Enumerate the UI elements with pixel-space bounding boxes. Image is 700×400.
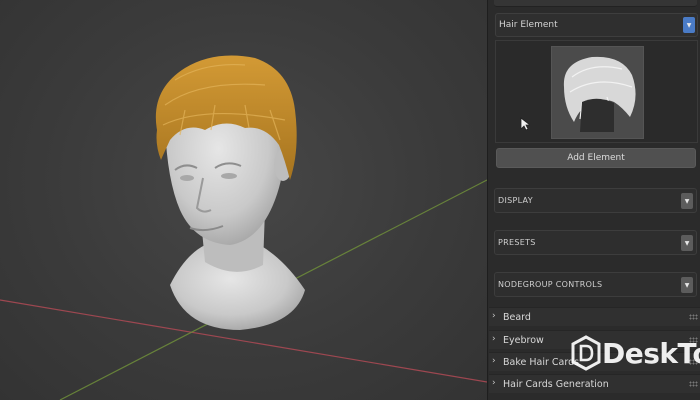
chevron-down-icon[interactable]: ▼ — [681, 235, 693, 251]
hair-element-label: Hair Element — [499, 20, 558, 30]
mouse-cursor-icon — [520, 117, 530, 131]
chevron-down-icon[interactable]: ▼ — [683, 17, 695, 33]
chevron-right-icon: › — [492, 311, 496, 321]
hair-preview-thumbnail[interactable] — [551, 46, 644, 139]
chevron-down-icon[interactable]: ▼ — [681, 193, 693, 209]
section-display[interactable]: DISPLAY ▼ — [494, 188, 697, 213]
watermark-logo: DeskTop — [570, 335, 700, 375]
subpanel-hair-cards-generation[interactable]: › Hair Cards Generation — [489, 374, 700, 393]
section-label: PRESETS — [498, 238, 536, 247]
panel-top-strip — [494, 0, 697, 7]
watermark-badge-icon — [571, 335, 601, 371]
section-nodegroup-controls[interactable]: NODEGROUP CONTROLS ▼ — [494, 272, 697, 297]
add-element-button[interactable]: Add Element — [496, 148, 696, 168]
subpanel-label: Beard — [503, 312, 531, 323]
drag-grip-icon[interactable] — [689, 381, 698, 387]
chevron-right-icon: › — [492, 378, 496, 388]
subpanel-label: Hair Cards Generation — [503, 379, 609, 390]
head-model[interactable] — [145, 50, 320, 340]
chevron-right-icon: › — [492, 356, 496, 366]
hair-element-dropdown[interactable]: Hair Element ▼ — [495, 13, 698, 37]
subpanel-label: Bake Hair Cards — [503, 357, 580, 368]
section-label: DISPLAY — [498, 196, 533, 205]
watermark-text: DeskTop — [602, 337, 700, 370]
chevron-right-icon: › — [492, 334, 496, 344]
drag-grip-icon[interactable] — [689, 314, 698, 320]
section-presets[interactable]: PRESETS ▼ — [494, 230, 697, 255]
chevron-down-icon[interactable]: ▼ — [681, 277, 693, 293]
subpanel-label: Eyebrow — [503, 335, 544, 346]
3d-viewport[interactable] — [0, 0, 487, 400]
subpanel-beard[interactable]: › Beard — [489, 307, 700, 326]
section-label: NODEGROUP CONTROLS — [498, 280, 603, 289]
